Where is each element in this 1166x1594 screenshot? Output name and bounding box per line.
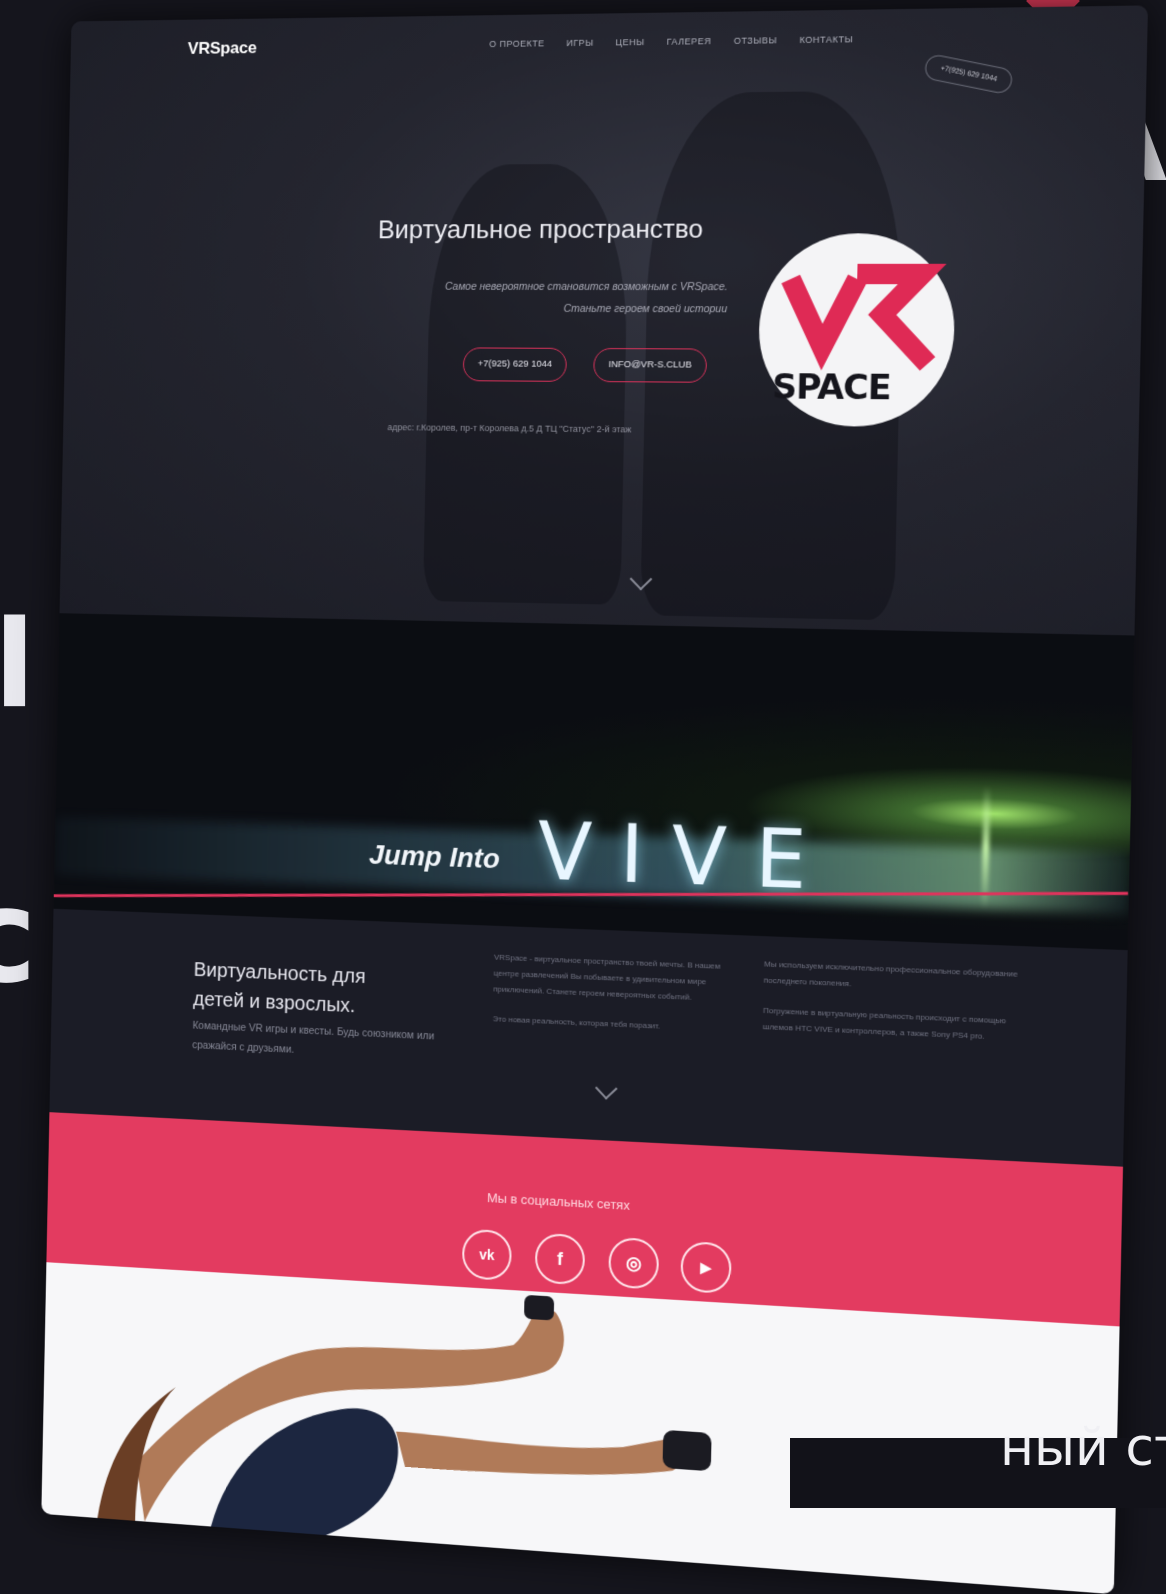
hero-subtitle-line: Станьте героем своей истории bbox=[563, 302, 728, 316]
phone-button[interactable]: +7(925) 629 1044 bbox=[462, 347, 568, 382]
youtube-icon[interactable]: ▶ bbox=[680, 1240, 732, 1295]
about-paragraph: Погружение в виртуальную реальность прои… bbox=[762, 1005, 1006, 1041]
website-mockup: VRSpace О ПРОЕКТЕ ИГРЫ ЦЕНЫ ГАЛЕРЕЯ ОТЗЫ… bbox=[41, 5, 1148, 1594]
nav-item-prices[interactable]: ЦЕНЫ bbox=[615, 37, 644, 47]
instagram-icon[interactable]: ◎ bbox=[608, 1236, 660, 1290]
about-title-line: детей и взрослых. bbox=[192, 988, 356, 1018]
nav-item-about[interactable]: О ПРОЕКТЕ bbox=[489, 38, 545, 49]
about-column-2: VRSpace - виртуальное пространство твоей… bbox=[493, 950, 744, 1039]
nav-item-games[interactable]: ИГРЫ bbox=[566, 38, 593, 48]
nav-item-gallery[interactable]: ГАЛЕРЕЯ bbox=[667, 36, 712, 47]
hero-subtitle-line: Самое невероятное становится возможным с… bbox=[444, 280, 728, 294]
nav-item-reviews[interactable]: ОТЗЫВЫ bbox=[734, 35, 778, 46]
vk-icon[interactable]: vk bbox=[461, 1228, 512, 1282]
nav-item-contacts[interactable]: КОНТАКТЫ bbox=[799, 34, 853, 45]
about-paragraph: VRSpace - виртуальное пространство твоей… bbox=[493, 952, 721, 1002]
background-letter: l bbox=[0, 596, 36, 735]
nav-menu: О ПРОЕКТЕ ИГРЫ ЦЕНЫ ГАЛЕРЕЯ ОТЗЫВЫ КОНТА… bbox=[489, 34, 853, 49]
scroll-down-chevron-icon[interactable] bbox=[595, 1077, 618, 1100]
site-logo[interactable]: VRSpace bbox=[188, 38, 257, 58]
logo-wordmark: SPACE bbox=[771, 367, 892, 409]
overlay-caption: ный ст bbox=[1000, 1418, 1166, 1478]
nav-phone-button[interactable]: +7(925) 629 1044 bbox=[922, 52, 1016, 96]
about-paragraph: Мы используем исключительно профессионал… bbox=[763, 959, 1018, 989]
vr-space-logo-badge: SPACE bbox=[757, 233, 956, 428]
banner-jump-text: Jump Into bbox=[368, 838, 501, 875]
hero-subtitle: Самое невероятное становится возможным с… bbox=[341, 276, 728, 321]
background-letter: c bbox=[0, 860, 37, 1012]
top-navigation: VRSpace О ПРОЕКТЕ ИГРЫ ЦЕНЫ ГАЛЕРЕЯ ОТЗЫ… bbox=[70, 5, 1148, 96]
about-description: Командные VR игры и квесты. Будь союзник… bbox=[192, 1019, 435, 1056]
email-button[interactable]: INFO@VR-S.CLUB bbox=[593, 348, 708, 383]
hero-title: Виртуальное пространство bbox=[377, 213, 704, 245]
about-paragraph: Это новая реальность, которая тебя пораз… bbox=[492, 1014, 661, 1031]
vive-banner: Jump Into VIVE bbox=[53, 613, 1135, 951]
social-title: Мы в социальных сетях bbox=[486, 1190, 630, 1213]
about-column-3: Мы используем исключительно профессионал… bbox=[763, 956, 1022, 1046]
facebook-icon[interactable]: f bbox=[534, 1232, 586, 1286]
about-title: Виртуальность для детей и взрослых. bbox=[193, 955, 366, 1021]
hero-section: VRSpace О ПРОЕКТЕ ИГРЫ ЦЕНЫ ГАЛЕРЕЯ ОТЗЫ… bbox=[59, 5, 1148, 636]
hero-address: адрес: г.Королев, пр-т Королева д.5 Д ТЦ… bbox=[387, 422, 632, 435]
